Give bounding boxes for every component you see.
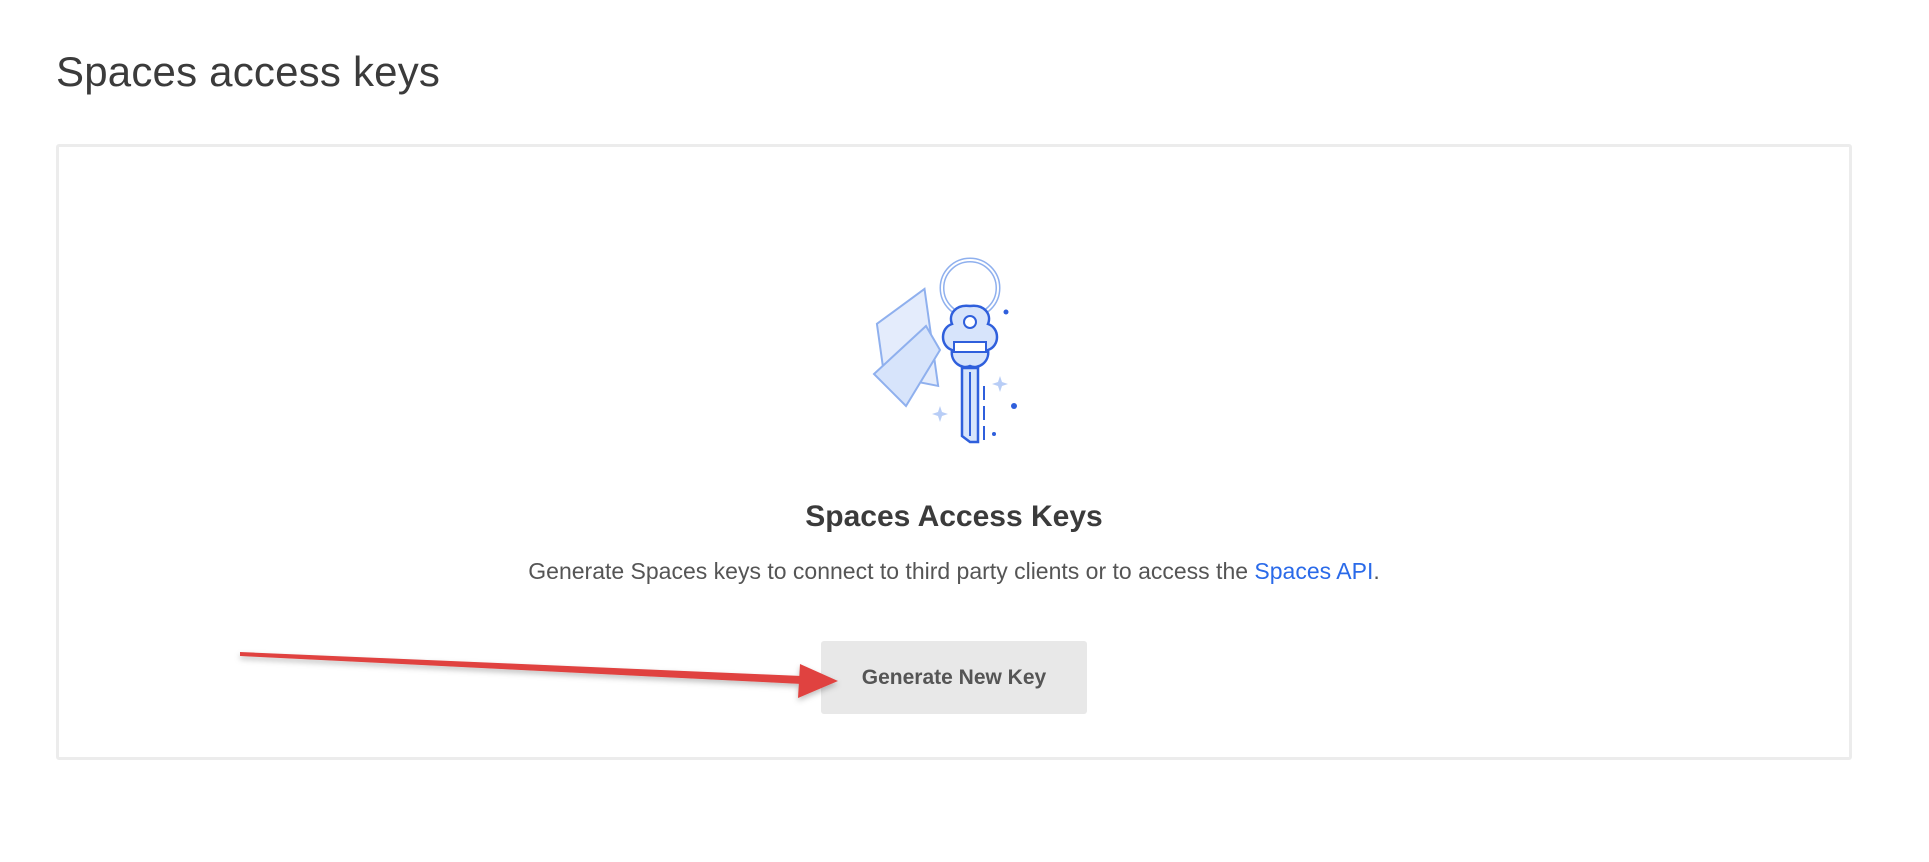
- empty-state-description: Generate Spaces keys to connect to third…: [0, 558, 1908, 585]
- page-title: Spaces access keys: [56, 48, 441, 95]
- description-suffix: .: [1373, 558, 1380, 584]
- description-text: Generate Spaces keys to connect to third…: [528, 558, 1255, 584]
- page: Spaces access keys Spaces Access Keys Ge…: [0, 0, 1929, 862]
- keyring-icon: [872, 257, 1017, 444]
- spaces-api-link[interactable]: Spaces API: [1254, 558, 1373, 584]
- empty-state-title: Spaces Access Keys: [805, 500, 1103, 533]
- red-arrow-annotation: [240, 652, 838, 698]
- generate-new-key-button[interactable]: Generate New Key: [821, 641, 1087, 714]
